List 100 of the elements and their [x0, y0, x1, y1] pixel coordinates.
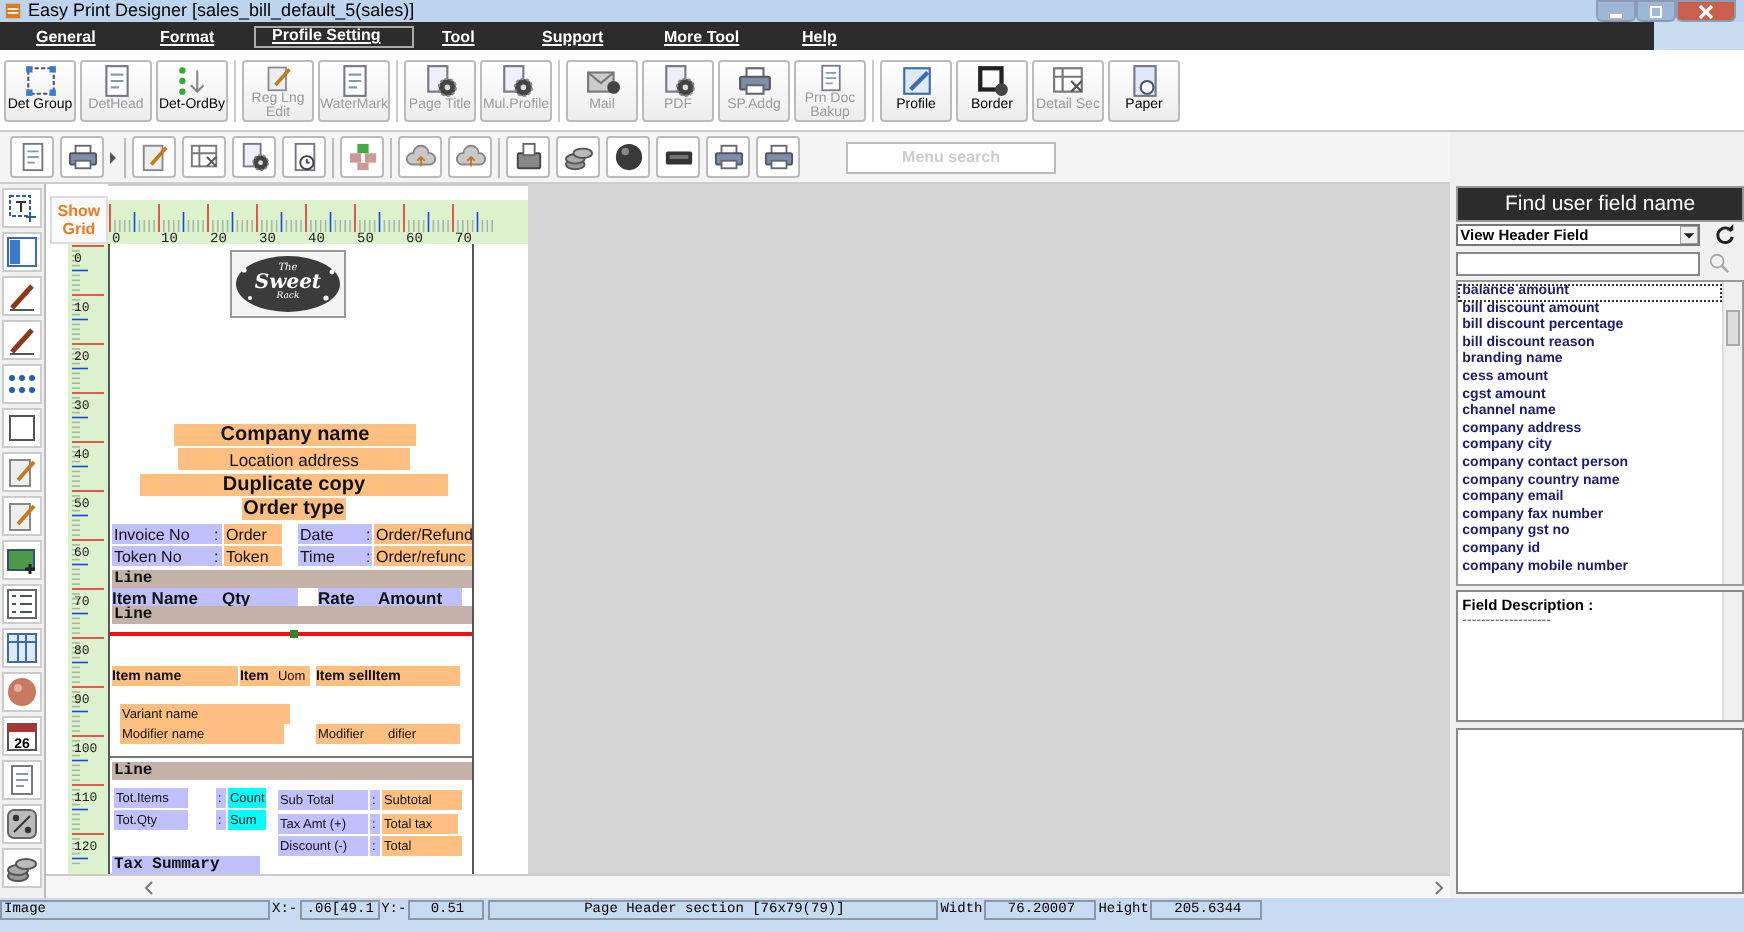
toolbar-icon[interactable] — [232, 136, 276, 178]
tool-button[interactable] — [1, 848, 42, 888]
report-field[interactable]: Line — [111, 762, 472, 780]
document-icon — [99, 63, 133, 97]
image-add-icon — [5, 544, 38, 576]
table-icon — [1051, 63, 1085, 97]
vertical-scrollbar[interactable] — [1721, 282, 1742, 584]
printer-icon — [737, 63, 771, 97]
report-field[interactable]: : — [363, 524, 372, 544]
rectangle-icon — [5, 412, 38, 444]
document-icon — [337, 63, 371, 97]
printer-icon — [763, 142, 793, 172]
report-field[interactable]: : — [211, 546, 222, 566]
refresh-icon[interactable] — [1714, 224, 1737, 246]
document-gear-icon — [423, 63, 457, 97]
report-field[interactable]: Item Name — [111, 588, 222, 606]
layout-icon — [5, 236, 38, 268]
menu-item[interactable]: Support — [542, 25, 664, 47]
blocks-icon — [347, 142, 377, 172]
tool-button[interactable] — [1, 804, 42, 844]
maximize-button[interactable] — [1636, 0, 1676, 22]
scroll-left-icon[interactable] — [141, 879, 158, 895]
group-icon — [23, 63, 57, 97]
report-field[interactable]: Order type — [241, 498, 346, 520]
panel-title: Find user field name — [1456, 186, 1744, 222]
toolbar-icon[interactable] — [706, 136, 750, 178]
document-pencil-icon — [5, 500, 38, 532]
document-clock-icon — [289, 142, 319, 172]
close-button[interactable] — [1676, 0, 1736, 22]
report-field[interactable]: Company name — [173, 424, 416, 446]
report-field[interactable]: : — [211, 524, 222, 544]
cloud-upload-icon — [405, 142, 435, 172]
document-pencil-icon — [5, 456, 38, 488]
report-field[interactable]: Token No — [111, 546, 212, 566]
report-field[interactable]: Amount — [377, 588, 462, 606]
coins-icon — [5, 852, 38, 884]
table-icon — [189, 142, 219, 172]
list-arrow-icon — [175, 63, 209, 97]
menu-item[interactable]: General — [36, 25, 160, 47]
menu-item[interactable]: Format — [160, 25, 254, 47]
toolbar-icon[interactable] — [506, 136, 550, 178]
report-field[interactable]: Token — [223, 546, 282, 566]
menu-item[interactable]: Help — [802, 25, 837, 47]
border-icon — [975, 63, 1009, 97]
line-icon — [5, 280, 38, 312]
tool-button[interactable] — [1, 320, 42, 360]
minimize-button[interactable] — [1596, 0, 1636, 22]
report-field[interactable]: Line — [111, 606, 472, 624]
report-field[interactable]: Duplicate copy — [139, 474, 448, 496]
tool-button[interactable] — [1, 540, 42, 580]
section-marker-line[interactable] — [109, 632, 472, 636]
vertical-scrollbar[interactable] — [1721, 592, 1742, 720]
paper-icon — [1127, 63, 1161, 97]
columns-icon — [5, 632, 38, 664]
dropdown-arrow-icon — [1680, 226, 1699, 244]
menu-item[interactable]: Profile Setting — [254, 25, 414, 47]
toolbar-icon[interactable] — [606, 136, 650, 178]
document-pencil-icon — [139, 142, 169, 172]
scroll-right-icon[interactable] — [1430, 879, 1447, 895]
report-field[interactable]: Order/Refund — [373, 524, 472, 544]
report-field[interactable]: Order/refunc — [373, 546, 472, 566]
report-field[interactable]: Tax Summary — [111, 856, 260, 874]
maximize-icon — [1646, 3, 1666, 19]
tool-button[interactable] — [1, 584, 42, 624]
report-field[interactable]: Order — [223, 524, 282, 544]
toolbar-icon[interactable] — [282, 136, 326, 178]
report-field[interactable]: Line — [111, 570, 472, 588]
toolbar-icon[interactable] — [556, 136, 600, 178]
document-gear-icon — [661, 63, 695, 97]
report-field[interactable]: Date — [297, 524, 364, 544]
report-field[interactable]: Time — [297, 546, 364, 566]
report-field[interactable]: : — [363, 546, 372, 566]
close-icon — [1696, 3, 1716, 19]
report-field[interactable]: Location address — [177, 448, 410, 470]
report-field[interactable]: Invoice No — [111, 524, 212, 544]
tool-button[interactable] — [1, 408, 42, 448]
toolbar-icon[interactable] — [756, 136, 800, 178]
numbered-list-icon — [5, 588, 38, 620]
horizontal-scrollbar[interactable] — [45, 874, 1451, 898]
pencil-icon — [5, 324, 38, 356]
field-search-field[interactable] — [1456, 251, 1701, 275]
menu-item[interactable]: Tool — [442, 25, 542, 47]
globe-icon — [613, 142, 643, 172]
tool-button[interactable] — [1, 364, 42, 404]
tool-button[interactable] — [1, 276, 42, 316]
coins-icon — [563, 142, 593, 172]
tool-button[interactable] — [1, 188, 42, 228]
ball-icon — [5, 676, 38, 708]
percent-icon — [5, 808, 38, 840]
more-arrow-icon[interactable] — [110, 149, 118, 165]
report-field[interactable]: Rate — [317, 588, 378, 606]
toolbar-icon[interactable] — [656, 136, 700, 178]
section-handle[interactable] — [289, 630, 298, 638]
text-select-icon — [5, 192, 38, 224]
report-field[interactable]: Qty — [221, 588, 298, 606]
window-title: Easy Print Designer [sales_bill_default_5(sales)] — [28, 0, 415, 22]
document-icon — [5, 764, 38, 796]
menu-item[interactable]: More Tool — [664, 25, 802, 47]
printer-icon — [67, 142, 97, 172]
toolbar-icon[interactable] — [60, 136, 104, 178]
